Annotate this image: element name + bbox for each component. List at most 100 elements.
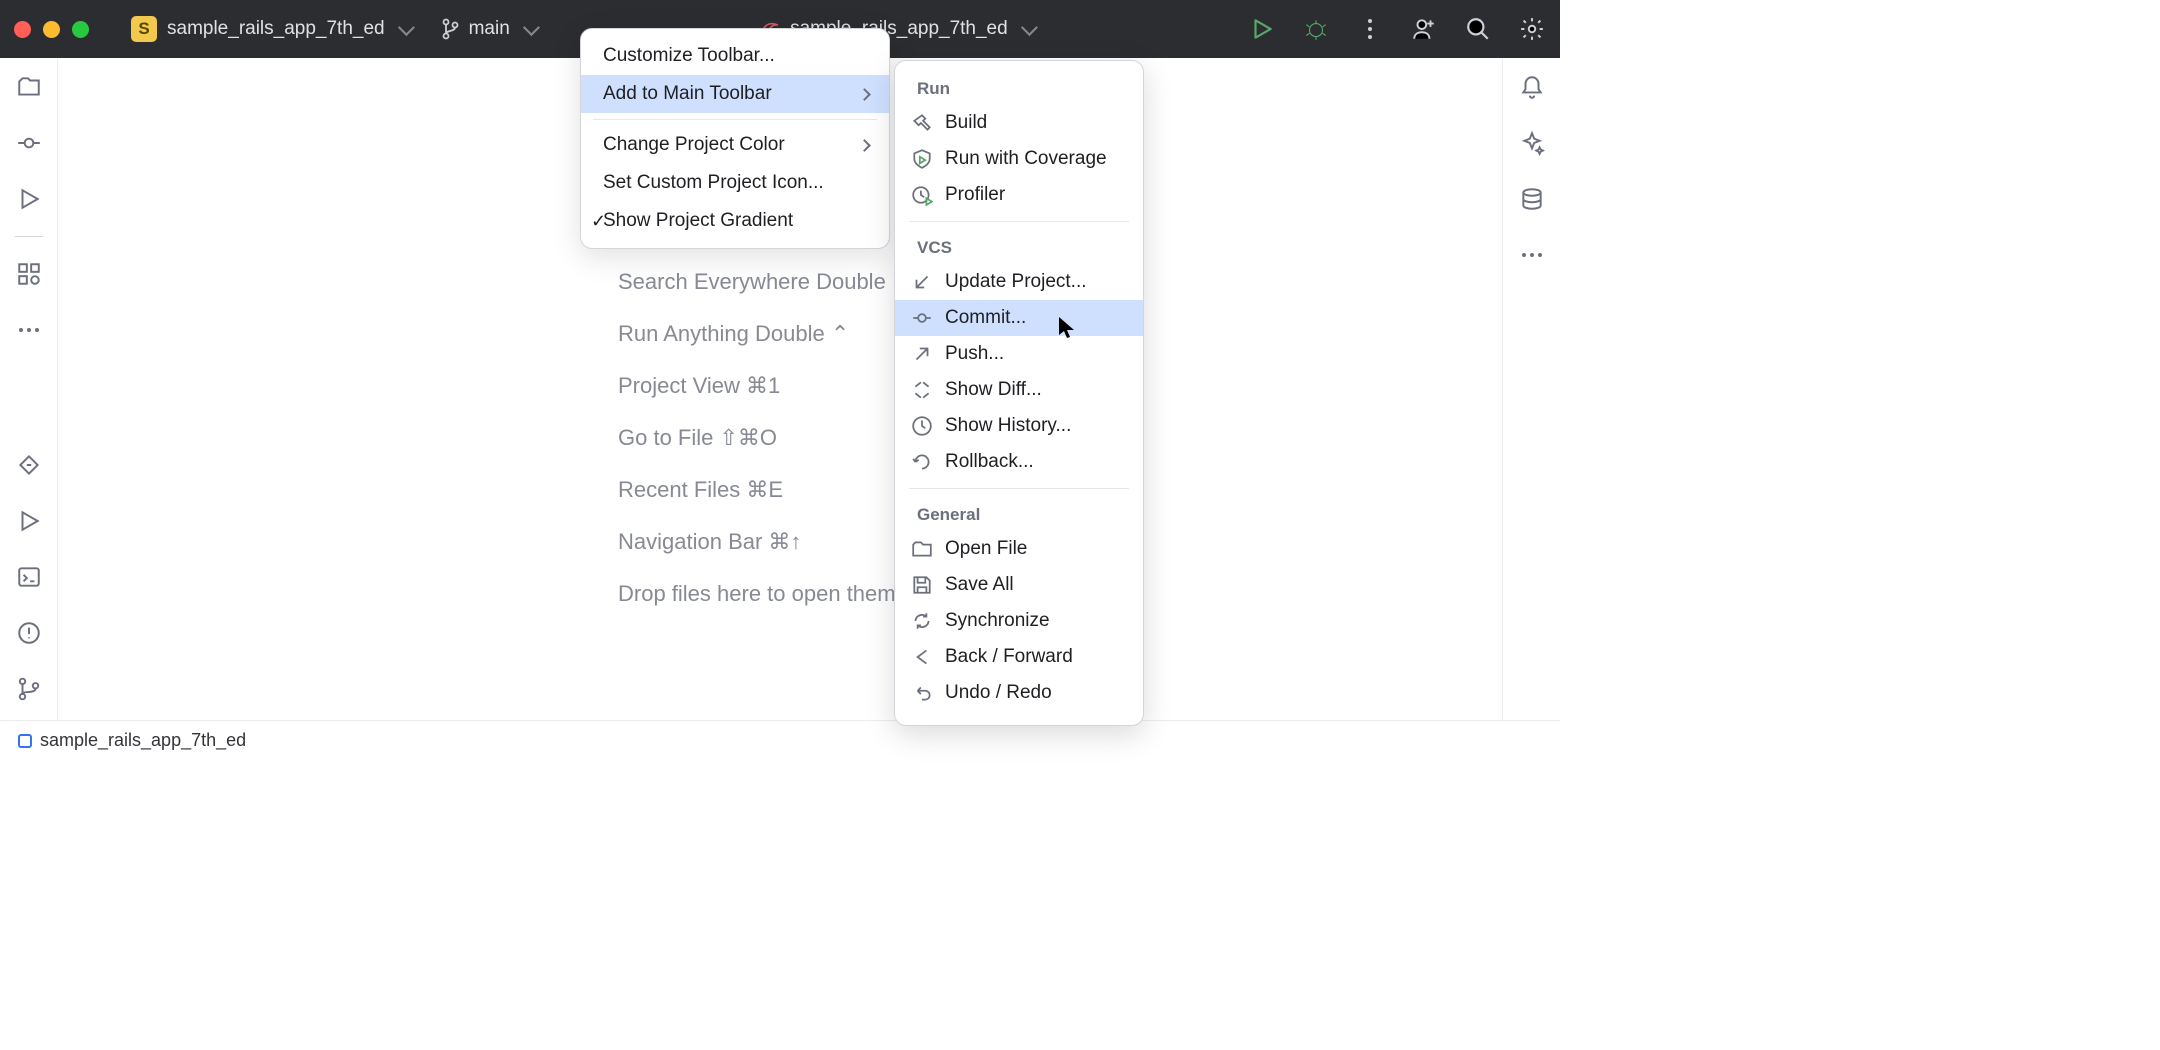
git-branch-selector[interactable]: main — [431, 12, 546, 46]
submenu-item-commit[interactable]: Commit... — [895, 300, 1143, 336]
arrow-up-right-icon — [911, 343, 933, 365]
maximize-window-button[interactable] — [72, 21, 89, 38]
menu-item-label: Open File — [945, 538, 1027, 560]
clock-run-icon — [911, 184, 933, 206]
commit-icon — [911, 307, 933, 329]
window-controls — [14, 21, 89, 38]
menu-divider — [909, 488, 1129, 489]
menu-item-label: Rollback... — [945, 451, 1034, 473]
status-bar: sample_rails_app_7th_ed — [0, 720, 1560, 760]
code-with-me-button[interactable] — [1410, 15, 1438, 43]
menu-item-label: Set Custom Project Icon... — [603, 172, 824, 194]
status-project-label[interactable]: sample_rails_app_7th_ed — [40, 730, 246, 751]
settings-button[interactable] — [1518, 15, 1546, 43]
tip-run-anything: Run Anything Double ⌃ — [618, 308, 910, 360]
project-name-label: sample_rails_app_7th_ed — [167, 18, 385, 40]
left-toolwindow-bottom — [16, 452, 42, 720]
menu-item-label: Undo / Redo — [945, 682, 1052, 704]
folder-icon — [911, 538, 933, 560]
menu-item-change-project-color[interactable]: Change Project Color — [581, 126, 889, 164]
database-tool-button[interactable] — [1519, 186, 1545, 212]
commit-tool-button[interactable] — [16, 130, 42, 156]
arrow-left-icon — [911, 646, 933, 668]
more-actions-button[interactable] — [1356, 15, 1384, 43]
rollback-icon — [911, 451, 933, 473]
menu-divider — [593, 119, 877, 120]
menu-item-label: Add to Main Toolbar — [603, 83, 772, 105]
diff-icon — [911, 379, 933, 401]
submenu-group-run: Run — [895, 71, 1143, 105]
submenu-item-undo-redo[interactable]: Undo / Redo — [895, 675, 1143, 711]
menu-item-label: Show History... — [945, 415, 1071, 437]
submenu-item-build[interactable]: Build — [895, 105, 1143, 141]
menu-item-label: Customize Toolbar... — [603, 45, 775, 67]
structure-tool-button[interactable] — [16, 261, 42, 287]
branch-icon — [441, 18, 459, 40]
submenu-item-open-file[interactable]: Open File — [895, 531, 1143, 567]
right-toolwindow-bar — [1502, 58, 1560, 720]
ai-assistant-tool-button[interactable] — [1519, 130, 1545, 156]
submenu-item-push[interactable]: Push... — [895, 336, 1143, 372]
menu-item-label: Show Diff... — [945, 379, 1042, 401]
menu-item-add-to-main-toolbar[interactable]: Add to Main Toolbar — [581, 75, 889, 113]
submenu-item-show-history[interactable]: Show History... — [895, 408, 1143, 444]
mouse-cursor-icon — [1058, 316, 1076, 345]
terminal-tool-button[interactable] — [16, 564, 42, 590]
sync-icon — [911, 610, 933, 632]
submenu-item-save-all[interactable]: Save All — [895, 567, 1143, 603]
run-button[interactable] — [1248, 15, 1276, 43]
submenu-item-update-project[interactable]: Update Project... — [895, 264, 1143, 300]
minimize-window-button[interactable] — [43, 21, 60, 38]
submenu-item-rollback[interactable]: Rollback... — [895, 444, 1143, 480]
problems-tool-button[interactable] — [16, 620, 42, 646]
check-icon: ✓ — [591, 211, 606, 232]
more-right-tool-button[interactable] — [1519, 242, 1545, 268]
menu-item-set-custom-icon[interactable]: Set Custom Project Icon... — [581, 164, 889, 202]
play-tool-button[interactable] — [16, 508, 42, 534]
submenu-item-back-forward[interactable]: Back / Forward — [895, 639, 1143, 675]
more-tool-windows-button[interactable] — [16, 317, 42, 343]
tip-nav-bar: Navigation Bar ⌘↑ — [618, 516, 910, 568]
editor-tips: Search Everywhere Double ⇧ Run Anything … — [618, 256, 910, 620]
tip-drop-files: Drop files here to open them — [618, 568, 910, 620]
submenu-item-run-coverage[interactable]: Run with Coverage — [895, 141, 1143, 177]
tip-goto-file: Go to File ⇧⌘O — [618, 412, 910, 464]
add-to-toolbar-submenu: Run Build Run with Coverage Profiler VCS… — [894, 60, 1144, 726]
chevron-down-icon — [398, 19, 415, 36]
submenu-item-profiler[interactable]: Profiler — [895, 177, 1143, 213]
undo-icon — [911, 682, 933, 704]
arrow-down-left-icon — [911, 271, 933, 293]
project-badge-icon: S — [131, 16, 157, 42]
project-selector[interactable]: S sample_rails_app_7th_ed — [121, 10, 421, 48]
shield-run-icon — [911, 148, 933, 170]
notifications-tool-button[interactable] — [1519, 74, 1545, 100]
branch-name-label: main — [469, 18, 510, 40]
tip-recent-files: Recent Files ⌘E — [618, 464, 910, 516]
menu-item-label: Synchronize — [945, 610, 1050, 632]
menu-item-label: Show Project Gradient — [603, 210, 793, 232]
project-tool-button[interactable] — [16, 74, 42, 100]
menu-item-label: Back / Forward — [945, 646, 1073, 668]
search-everywhere-button[interactable] — [1464, 15, 1492, 43]
close-window-button[interactable] — [14, 21, 31, 38]
menu-divider — [909, 221, 1129, 222]
services-tool-button[interactable] — [16, 186, 42, 212]
chevron-down-icon — [1021, 19, 1038, 36]
debug-button[interactable] — [1302, 15, 1330, 43]
menu-item-label: Update Project... — [945, 271, 1087, 293]
submenu-arrow-icon — [858, 139, 871, 152]
menu-item-label: Profiler — [945, 184, 1005, 206]
submenu-item-synchronize[interactable]: Synchronize — [895, 603, 1143, 639]
menu-item-show-gradient[interactable]: ✓Show Project Gradient — [581, 202, 889, 240]
module-icon — [18, 734, 32, 748]
run-tool-button[interactable] — [16, 452, 42, 478]
hammer-icon — [911, 112, 933, 134]
toolbar-context-menu: Customize Toolbar... Add to Main Toolbar… — [580, 28, 890, 249]
left-toolwindow-bar — [0, 58, 58, 720]
submenu-item-show-diff[interactable]: Show Diff... — [895, 372, 1143, 408]
menu-item-label: Commit... — [945, 307, 1026, 329]
menu-item-customize-toolbar[interactable]: Customize Toolbar... — [581, 37, 889, 75]
menu-item-label: Save All — [945, 574, 1014, 596]
git-tool-button[interactable] — [16, 676, 42, 702]
separator — [15, 236, 43, 237]
